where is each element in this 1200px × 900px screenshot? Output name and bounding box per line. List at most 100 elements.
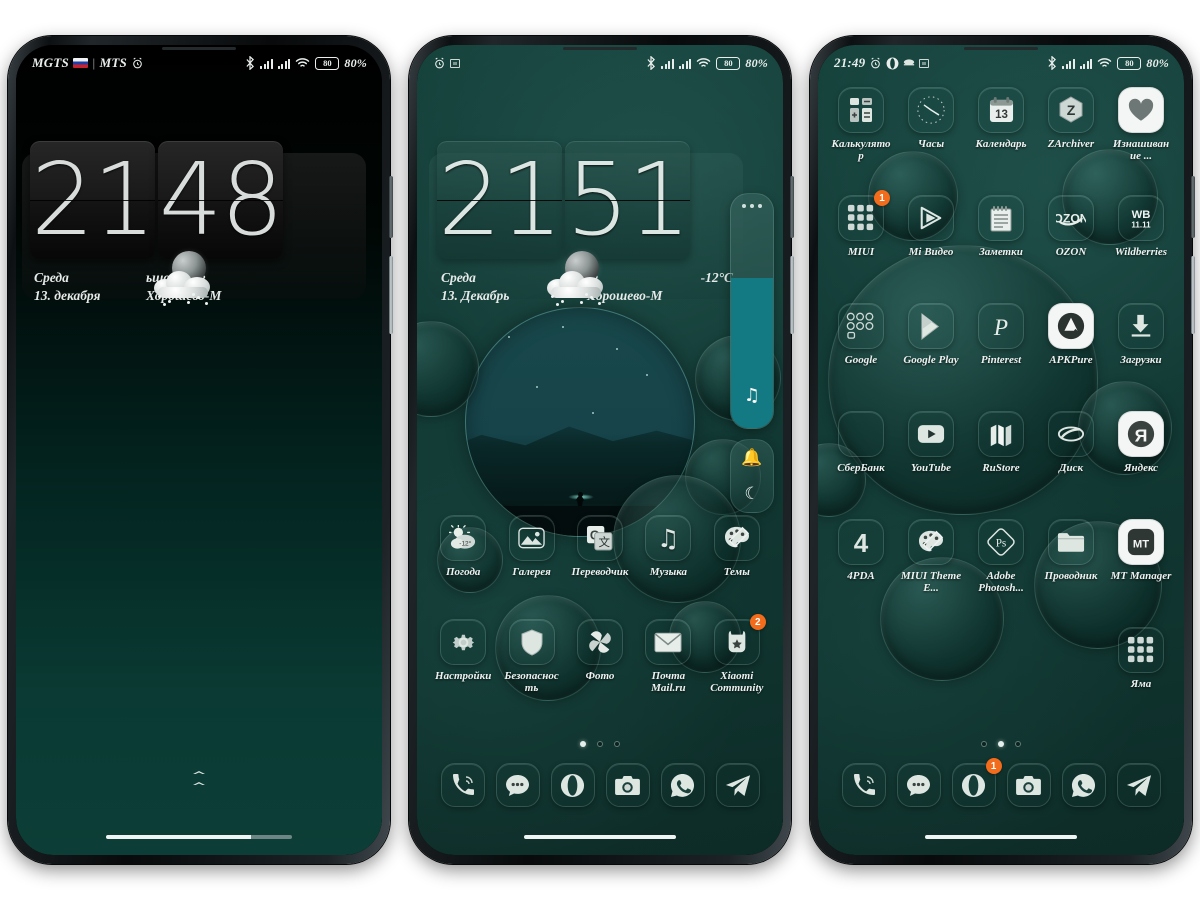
app-apkpure[interactable]: APKPure	[1036, 303, 1106, 366]
page-dot-1[interactable]	[981, 741, 987, 747]
gallery-mountain-icon[interactable]	[508, 515, 555, 561]
app-wildberries[interactable]: WB 11.11 Wildberries	[1106, 195, 1176, 258]
wildberries-icon[interactable]: WB 11.11	[1118, 195, 1164, 241]
whatsapp-icon[interactable]	[660, 763, 705, 807]
app-calendar[interactable]: 13 Календарь	[966, 87, 1036, 163]
sberbank-icon[interactable]	[838, 411, 884, 457]
app-photoshop[interactable]: Ps Adobe Photosh...	[966, 519, 1036, 595]
app-sberbank[interactable]: СберБанк	[826, 411, 896, 474]
volume-mode-buttons[interactable]: 🔔 ☾	[730, 439, 774, 513]
page-dot-3[interactable]	[614, 741, 620, 747]
unlock-chevron-up-double-icon[interactable]	[177, 771, 221, 797]
ozon-icon[interactable]: OZON	[1048, 195, 1094, 241]
volume-slider[interactable]: ♫	[730, 193, 774, 429]
app-translate[interactable]: G 文 Переводчик	[566, 515, 634, 578]
clock-icon[interactable]	[908, 87, 954, 133]
gear-icon[interactable]	[440, 619, 487, 665]
whatsapp-icon[interactable]	[1061, 763, 1106, 807]
app-miui-folder[interactable]: 1 MIUI	[826, 190, 896, 258]
opera-icon[interactable]: 1	[951, 758, 1002, 807]
volume-panel[interactable]: ♫ 🔔 ☾	[730, 193, 774, 513]
app-mail-ru[interactable]: Почта Mail.ru	[634, 619, 702, 695]
moon-icon[interactable]: ☾	[744, 484, 759, 504]
app-gallery[interactable]: Галерея	[497, 515, 565, 578]
translate-icon[interactable]: G 文	[576, 515, 623, 561]
folder-grid-icon[interactable]	[1118, 627, 1164, 673]
calendar-icon[interactable]: 13	[978, 87, 1024, 133]
theme-editor-icon[interactable]	[908, 519, 954, 565]
miui-folder-icon[interactable]: 1	[838, 190, 890, 241]
mt-manager-icon[interactable]: MT	[1118, 519, 1164, 565]
app-weather[interactable]: -12° Погода	[429, 515, 497, 578]
camera-icon[interactable]	[1006, 763, 1051, 807]
pinterest-icon[interactable]: P	[978, 303, 1024, 349]
home-screen-wallpaper[interactable]: 21:49 80 80% Калькулятор Часы 13 Календа…	[818, 45, 1184, 855]
home-indicator-bar[interactable]	[925, 835, 1077, 839]
music-note-icon[interactable]: ♫	[645, 515, 692, 561]
lock-clock-widget[interactable]: 21 48 Среда 13. декабря ьшой снег	[22, 141, 366, 306]
apkpure-icon[interactable]	[1048, 303, 1094, 349]
page-dot-2[interactable]	[597, 741, 603, 747]
page-indicator-dots[interactable]	[580, 741, 620, 747]
page-dot-1[interactable]	[580, 741, 586, 747]
home-clock-widget[interactable]: 21 51 Среда 13. Декабрь ег Хор	[429, 141, 743, 306]
4pda-icon[interactable]: 4	[838, 519, 884, 565]
telegram-icon[interactable]	[715, 763, 760, 807]
app-notes[interactable]: Заметки	[966, 195, 1036, 258]
volume-button[interactable]	[389, 176, 393, 238]
home-indicator-bar[interactable]	[524, 835, 676, 839]
app-mt-manager[interactable]: MT MT Manager	[1106, 519, 1176, 595]
app-rustore[interactable]: RuStore	[966, 411, 1036, 474]
app-clock[interactable]: Часы	[896, 87, 966, 163]
app-pinterest[interactable]: P Pinterest	[966, 303, 1036, 366]
app-calculator[interactable]: Калькулятор	[826, 87, 896, 163]
app-xiaomi-community[interactable]: 2 Xiaomi Community	[703, 614, 771, 695]
zarchiver-icon[interactable]: Z	[1048, 87, 1094, 133]
app-4pda[interactable]: 4 4PDA	[826, 519, 896, 595]
phone-icon[interactable]	[440, 763, 485, 807]
volume-button[interactable]	[790, 176, 794, 238]
app-music[interactable]: ♫ Музыка	[634, 515, 702, 578]
phone-icon[interactable]	[841, 763, 886, 807]
opera-icon[interactable]	[550, 763, 595, 807]
weather-sun-cloud-icon[interactable]: -12°	[440, 515, 487, 561]
app-google-play[interactable]: Google Play	[896, 303, 966, 366]
app-zarchiver[interactable]: Z ZArchiver	[1036, 87, 1106, 163]
weather-row[interactable]: Среда 13. декабря ьшой снег Хорошево-М	[30, 251, 360, 306]
app-youtube[interactable]: YouTube	[896, 411, 966, 474]
home-indicator-bar[interactable]	[106, 835, 292, 839]
rustore-icon[interactable]	[978, 411, 1024, 457]
app-security[interactable]: Безопасность	[497, 619, 565, 695]
app-settings[interactable]: Настройки	[429, 619, 497, 695]
calculator-icon[interactable]	[838, 87, 884, 133]
camera-icon[interactable]	[605, 763, 650, 807]
page-indicator-dots[interactable]	[981, 741, 1021, 747]
app-yandex-disk[interactable]: Диск	[1036, 411, 1106, 474]
yandex-disk-icon[interactable]	[1048, 411, 1094, 457]
themes-palette-icon[interactable]	[713, 515, 760, 561]
page-dot-3[interactable]	[1015, 741, 1021, 747]
folder-icon[interactable]	[1048, 519, 1094, 565]
app-theme-editor[interactable]: MIUI Theme E...	[896, 519, 966, 595]
download-icon[interactable]	[1118, 303, 1164, 349]
app-wear[interactable]: Изнашивание ...	[1106, 87, 1176, 163]
google-play-icon[interactable]	[908, 303, 954, 349]
play-triangle-icon[interactable]	[908, 195, 954, 241]
shield-icon[interactable]	[508, 619, 555, 665]
power-button[interactable]	[1191, 256, 1195, 334]
app-themes[interactable]: Темы	[703, 515, 771, 578]
app-folder-yama[interactable]: Яма	[1106, 627, 1176, 690]
mi-community-icon[interactable]: 2	[713, 614, 766, 665]
home-screen-wallpaper[interactable]: 80 80% 21 51 Среда 13. Декабрь Хорошево-…	[417, 45, 783, 855]
weather-row[interactable]: Среда 13. Декабрь ег Хорошево-М -12°C	[437, 251, 737, 306]
app-yandex[interactable]: Я Яндекс	[1106, 411, 1176, 474]
google-folder-icon[interactable]	[838, 303, 884, 349]
lock-screen-wallpaper[interactable]: MGTS | MTS 80 80% 21 48 Среда 13. декабр…	[16, 45, 382, 855]
three-dots-icon[interactable]	[731, 204, 773, 208]
page-dot-2[interactable]	[998, 741, 1004, 747]
notes-icon[interactable]	[978, 195, 1024, 241]
app-ozon[interactable]: OZON OZON	[1036, 195, 1106, 258]
heart-icon[interactable]	[1118, 87, 1164, 133]
app-file-explorer[interactable]: Проводник	[1036, 519, 1106, 595]
power-button[interactable]	[790, 256, 794, 334]
